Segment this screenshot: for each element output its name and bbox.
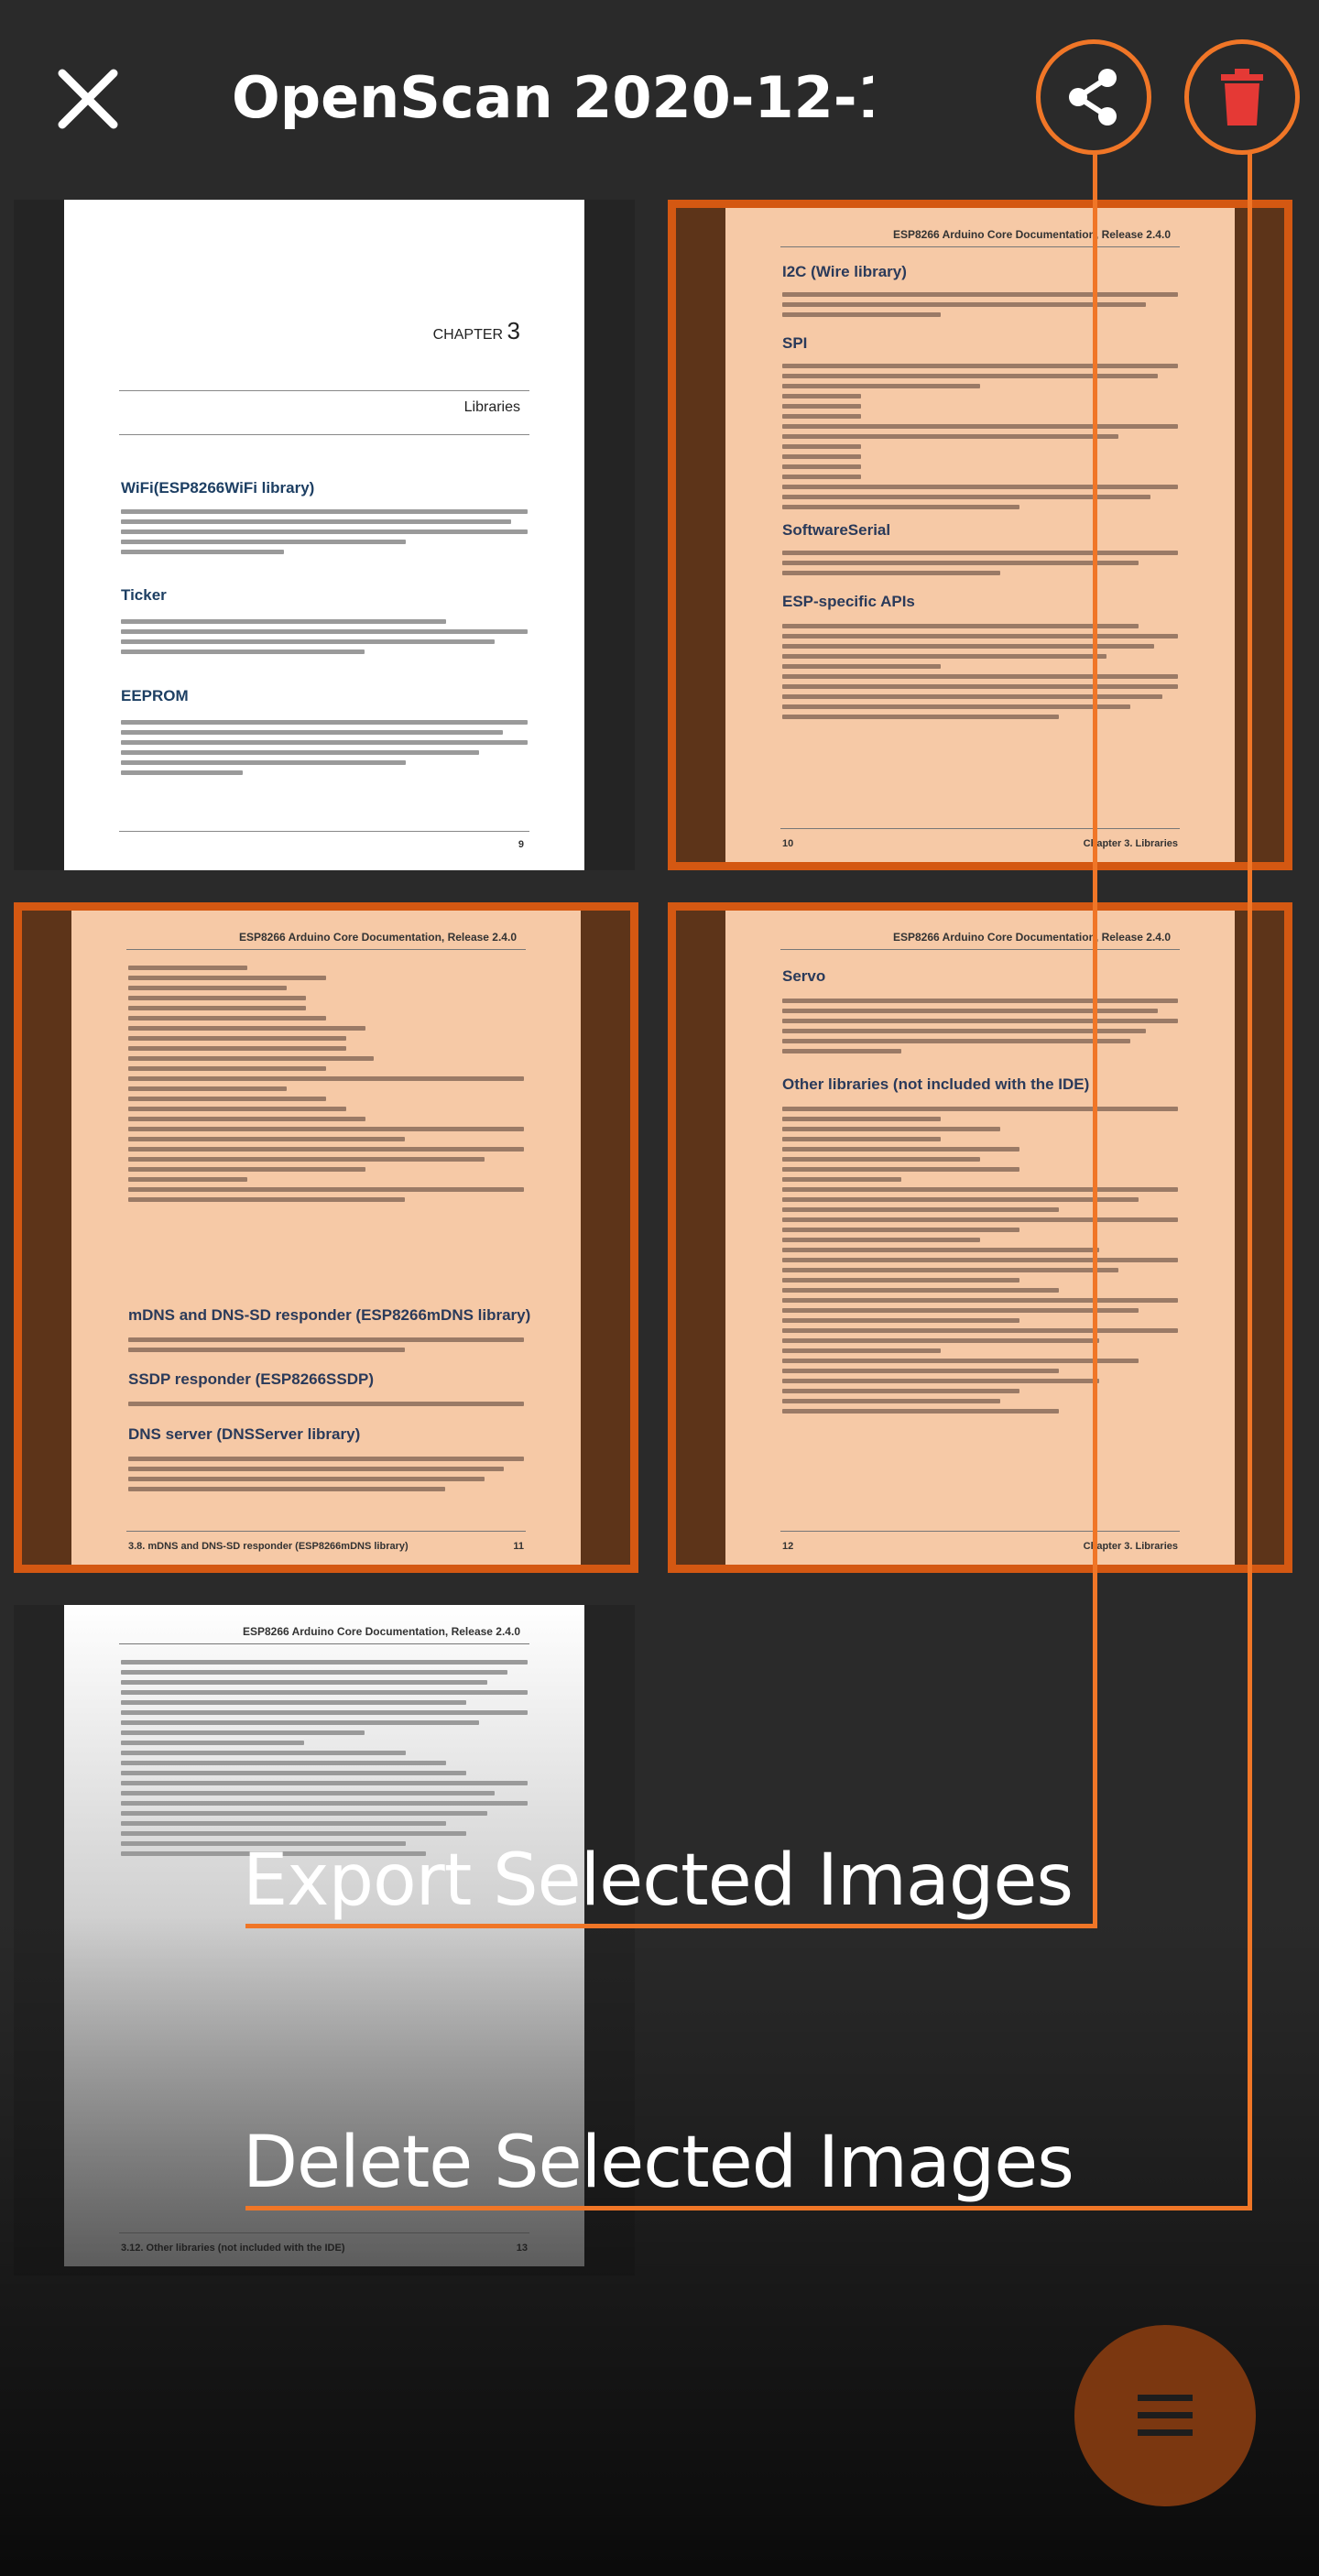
page-footer-right: 11 — [513, 1541, 524, 1552]
export-annotation-label: Export Selected Images — [243, 1839, 1074, 1922]
page-footer-right: Chapter 3. Libraries — [1083, 1541, 1178, 1552]
page-header: ESP8266 Arduino Core Documentation, Rele… — [239, 931, 517, 944]
section-heading: Other libraries (not included with the I… — [782, 1075, 1090, 1093]
delete-button[interactable] — [1184, 39, 1300, 155]
section-heading: SPI — [782, 334, 808, 352]
section-heading: SoftwareSerial — [782, 521, 891, 539]
page-thumbnail-2[interactable]: ESP8266 Arduino Core Documentation, Rele… — [668, 200, 1292, 870]
section-heading: Ticker — [121, 586, 167, 604]
chapter-heading: CHAPTER 3 — [432, 317, 520, 344]
page-footer-left: 12 — [782, 1541, 794, 1552]
trash-icon — [1221, 69, 1263, 126]
export-annotation-vertical — [1093, 154, 1097, 1928]
share-button[interactable] — [1036, 39, 1151, 155]
page-image: ESP8266 Arduino Core Documentation, Rele… — [71, 911, 581, 1565]
section-heading: I2C (Wire library) — [782, 263, 907, 280]
export-annotation-underline — [245, 1924, 1097, 1928]
page-footer-left: 3.12. Other libraries (not included with… — [121, 2243, 345, 2254]
section-heading: ESP-specific APIs — [782, 593, 915, 610]
section-heading: mDNS and DNS-SD responder (ESP8266mDNS l… — [128, 1306, 531, 1324]
menu-fab-button[interactable] — [1074, 2325, 1256, 2506]
page-image: CHAPTER 3 Libraries WiFi(ESP8266WiFi lib… — [64, 200, 584, 870]
section-heading: DNS server (DNSServer library) — [128, 1425, 361, 1443]
section-heading: EEPROM — [121, 687, 189, 704]
page-footer-right: 13 — [516, 2243, 528, 2254]
delete-annotation-underline — [245, 2206, 1252, 2210]
page-number: 9 — [518, 839, 524, 850]
page-thumbnail-3[interactable]: ESP8266 Arduino Core Documentation, Rele… — [14, 902, 638, 1573]
close-button[interactable] — [55, 66, 121, 132]
page-title: OpenScan 2020-12-17 … — [232, 64, 873, 131]
section-heading: SSDP responder (ESP8266SSDP) — [128, 1370, 375, 1388]
chapter-title: Libraries — [463, 399, 520, 415]
page-thumbnail-1[interactable]: CHAPTER 3 Libraries WiFi(ESP8266WiFi lib… — [14, 200, 635, 870]
page-footer-right: Chapter 3. Libraries — [1083, 838, 1178, 849]
close-icon — [58, 69, 118, 129]
toolbar: OpenScan 2020-12-17 … — [0, 0, 1319, 197]
section-heading: Servo — [782, 967, 826, 985]
page-header: ESP8266 Arduino Core Documentation, Rele… — [893, 228, 1171, 241]
delete-annotation-vertical — [1248, 154, 1252, 2210]
page-thumbnail-4[interactable]: ESP8266 Arduino Core Documentation, Rele… — [668, 902, 1292, 1573]
page-footer-left: 10 — [782, 838, 794, 849]
menu-icon — [1138, 2395, 1193, 2436]
page-image: ESP8266 Arduino Core Documentation, Rele… — [725, 911, 1235, 1565]
page-header: ESP8266 Arduino Core Documentation, Rele… — [243, 1625, 520, 1638]
share-icon — [1069, 69, 1117, 126]
section-heading: WiFi(ESP8266WiFi library) — [121, 479, 315, 497]
delete-annotation-label: Delete Selected Images — [243, 2122, 1074, 2204]
page-footer-left: 3.8. mDNS and DNS-SD responder (ESP8266m… — [128, 1541, 409, 1552]
page-image: ESP8266 Arduino Core Documentation, Rele… — [725, 208, 1235, 862]
page-header: ESP8266 Arduino Core Documentation, Rele… — [893, 931, 1171, 944]
